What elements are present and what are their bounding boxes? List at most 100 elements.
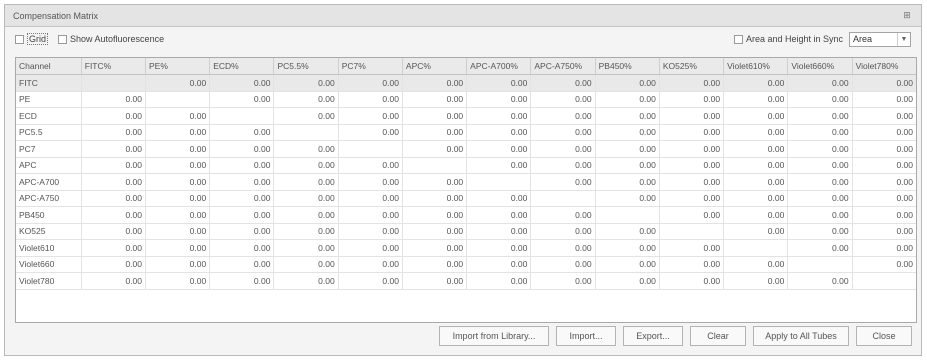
matrix-cell[interactable]: 0.00 <box>466 74 532 92</box>
show-autofluorescence-checkbox-box[interactable] <box>58 34 68 44</box>
matrix-cell[interactable]: 0.00 <box>466 140 532 158</box>
matrix-cell[interactable]: 0.00 <box>530 140 596 158</box>
matrix-cell[interactable]: 0.00 <box>595 256 660 273</box>
matrix-cell[interactable]: 0.00 <box>787 107 853 125</box>
matrix-cell[interactable]: 0.00 <box>466 239 532 257</box>
matrix-cell[interactable]: 0.00 <box>466 91 532 108</box>
matrix-cell[interactable]: 0.00 <box>530 91 596 108</box>
matrix-cell[interactable]: 0.00 <box>659 140 725 158</box>
matrix-cell[interactable]: 0.00 <box>530 206 596 224</box>
matrix-cell[interactable]: 0.00 <box>402 91 468 108</box>
matrix-cell[interactable]: 0.00 <box>81 173 146 191</box>
column-header[interactable]: PE% <box>145 58 211 75</box>
table-row[interactable]: ECD 0.00 0.00 0.00 0.00 0.00 0.00 0.00 0.00 0.00 0… <box>16 107 916 125</box>
matrix-cell[interactable]: 0.00 <box>81 124 146 141</box>
matrix-cell[interactable]: 0.00 <box>273 190 339 207</box>
matrix-cell[interactable]: 0.00 <box>723 206 789 224</box>
matrix-cell[interactable]: 0.00 <box>723 173 789 191</box>
sync-checkbox-box[interactable] <box>733 34 743 44</box>
matrix-cell[interactable]: 0.00 <box>852 140 916 158</box>
matrix-cell[interactable]: 0.00 <box>595 223 660 240</box>
matrix-cell[interactable]: 0.00 <box>209 74 275 92</box>
matrix-cell[interactable]: 0.00 <box>723 190 789 207</box>
matrix-cell[interactable]: 0.00 <box>81 91 146 108</box>
chevron-down-icon[interactable]: ▼ <box>897 32 910 46</box>
matrix-cell[interactable]: 0.00 <box>595 239 660 257</box>
matrix-cell[interactable]: 0.00 <box>723 272 789 290</box>
import-button[interactable]: Import... <box>556 326 616 346</box>
matrix-cell[interactable]: 0.00 <box>787 272 853 290</box>
matrix-cell[interactable]: 0.00 <box>530 272 596 290</box>
matrix-cell[interactable]: 0.00 <box>338 223 403 240</box>
matrix-cell[interactable]: 0.00 <box>852 157 916 174</box>
matrix-cell[interactable]: 0.00 <box>145 272 211 290</box>
matrix-cell[interactable]: 0.00 <box>659 190 725 207</box>
pin-icon[interactable]: ⊞ <box>901 10 913 22</box>
matrix-cell[interactable]: 0.00 <box>145 223 211 240</box>
matrix-cell[interactable]: 0.00 <box>466 223 532 240</box>
matrix-cell[interactable]: 0.00 <box>209 223 275 240</box>
table-row[interactable]: KO525 0.00 0.00 0.00 0.00 0.00 0.00 0.00 0.00 0.0… <box>16 223 916 240</box>
matrix-cell[interactable]: 0.00 <box>530 239 596 257</box>
matrix-cell[interactable]: 0.00 <box>852 206 916 224</box>
matrix-cell[interactable]: 0.00 <box>787 91 853 108</box>
matrix-cell[interactable]: 0.00 <box>273 157 339 174</box>
matrix-cell[interactable]: 0.00 <box>595 272 660 290</box>
matrix-cell[interactable]: 0.00 <box>787 173 853 191</box>
matrix-cell[interactable]: 0.00 <box>273 107 339 125</box>
matrix-cell[interactable]: 0.00 <box>787 223 853 240</box>
matrix-cell[interactable] <box>273 124 339 141</box>
sync-checkbox[interactable]: Area and Height in Sync <box>733 34 843 44</box>
matrix-cell[interactable]: 0.00 <box>402 256 468 273</box>
matrix-cell[interactable]: 0.00 <box>209 140 275 158</box>
matrix-cell[interactable]: 0.00 <box>595 140 660 158</box>
matrix-cell[interactable]: 0.00 <box>145 107 211 125</box>
matrix-cell[interactable] <box>530 190 596 207</box>
matrix-cell[interactable]: 0.00 <box>338 157 403 174</box>
matrix-cell[interactable] <box>338 140 403 158</box>
matrix-cell[interactable]: 0.00 <box>466 190 532 207</box>
matrix-cell[interactable]: 0.00 <box>466 124 532 141</box>
column-header[interactable]: APC% <box>402 58 468 75</box>
matrix-cell[interactable]: 0.00 <box>402 74 468 92</box>
matrix-cell[interactable]: 0.00 <box>723 140 789 158</box>
matrix-cell[interactable]: 0.00 <box>81 272 146 290</box>
matrix-cell[interactable]: 0.00 <box>209 239 275 257</box>
matrix-cell[interactable]: 0.00 <box>595 124 660 141</box>
matrix-cell[interactable]: 0.00 <box>81 157 146 174</box>
column-header[interactable]: KO525% <box>659 58 725 75</box>
matrix-cell[interactable]: 0.00 <box>209 157 275 174</box>
matrix-cell[interactable] <box>723 239 789 257</box>
matrix-cell[interactable]: 0.00 <box>338 239 403 257</box>
column-header[interactable]: Violet610% <box>723 58 789 75</box>
table-row[interactable]: APC-A750 0.00 0.00 0.00 0.00 0.00 0.00 0.00 0.00… <box>16 190 916 207</box>
matrix-cell[interactable]: 0.00 <box>273 173 339 191</box>
matrix-cell[interactable]: 0.00 <box>209 173 275 191</box>
table-row[interactable]: APC 0.00 0.00 0.00 0.00 0.00 0.00 0.00 0.00 0.00 0… <box>16 157 916 174</box>
table-row[interactable]: Violet610 0.00 0.00 0.00 0.00 0.00 0.00 0.00 0.0… <box>16 239 916 257</box>
column-header[interactable]: Violet660% <box>787 58 853 75</box>
table-row[interactable]: APC-A700 0.00 0.00 0.00 0.00 0.00 0.00 0.00 0.00… <box>16 173 916 191</box>
matrix-cell[interactable]: 0.00 <box>852 223 916 240</box>
close-button[interactable]: Close <box>856 326 912 346</box>
matrix-cell[interactable]: 0.00 <box>659 74 725 92</box>
matrix-cell[interactable]: 0.00 <box>209 91 275 108</box>
export-button[interactable]: Export... <box>623 326 683 346</box>
matrix-cell[interactable]: 0.00 <box>273 223 339 240</box>
matrix-cell[interactable]: 0.00 <box>209 256 275 273</box>
column-header[interactable]: PC5.5% <box>273 58 339 75</box>
matrix-cell[interactable]: 0.00 <box>530 256 596 273</box>
matrix-cell[interactable]: 0.00 <box>145 124 211 141</box>
matrix-cell[interactable]: 0.00 <box>852 74 916 92</box>
column-header[interactable]: PC7% <box>338 58 403 75</box>
matrix-cell[interactable]: 0.00 <box>402 140 468 158</box>
matrix-cell[interactable]: 0.00 <box>81 206 146 224</box>
column-header[interactable]: Violet780% <box>852 58 916 75</box>
matrix-cell[interactable]: 0.00 <box>530 173 596 191</box>
matrix-cell[interactable]: 0.00 <box>466 206 532 224</box>
matrix-cell[interactable]: 0.00 <box>338 107 403 125</box>
matrix-cell[interactable]: 0.00 <box>852 124 916 141</box>
clear-button[interactable]: Clear <box>690 326 746 346</box>
matrix-cell[interactable]: 0.00 <box>338 74 403 92</box>
matrix-cell[interactable]: 0.00 <box>787 124 853 141</box>
